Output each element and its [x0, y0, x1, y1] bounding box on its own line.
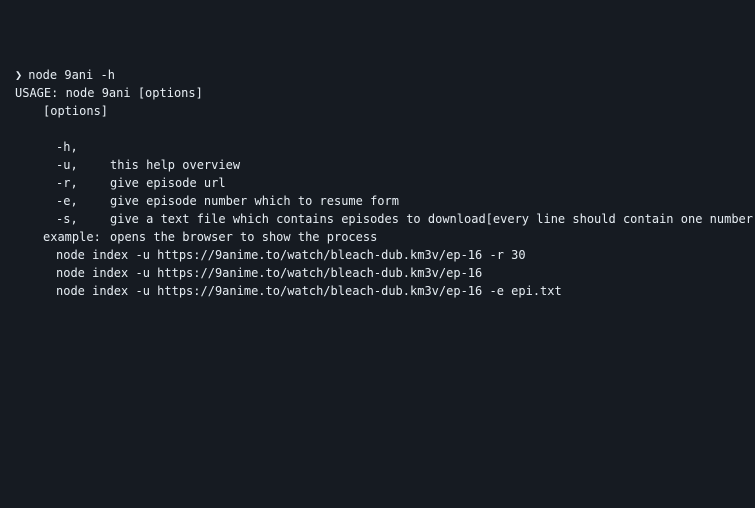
option-row-show-browser: -s, opens the browser to show the proces… — [0, 192, 755, 244]
example-command-basic: node index -u https://9anime.to/watch/bl… — [56, 266, 483, 280]
option-description: give a text file which contains episodes… — [110, 212, 753, 226]
command-line: ❯ node 9ani -h — [0, 66, 755, 84]
option-row-help: -h, this help overview — [0, 120, 755, 172]
options-header: [options] — [43, 104, 109, 118]
prompt-chevron-icon: ❯ — [15, 68, 23, 82]
option-row-episodes-file: -e, give a text file which contains epis… — [0, 174, 755, 226]
example-command-episodes-file: node index -u https://9anime.to/watch/bl… — [56, 284, 562, 298]
example-command-resume: node index -u https://9anime.to/watch/bl… — [56, 248, 526, 262]
option-row-url: -u, give episode url — [0, 138, 755, 190]
command-text: node 9ani -h — [28, 68, 115, 82]
terminal-output: ❯ node 9ani -h USAGE: node 9ani [options]… — [0, 0, 755, 508]
usage-line: USAGE: node 9ani [options] — [15, 86, 203, 100]
option-row-resume: -r, give episode number which to resume … — [0, 156, 755, 208]
example-header: example: — [43, 230, 101, 244]
option-flag: -s, — [56, 212, 78, 226]
